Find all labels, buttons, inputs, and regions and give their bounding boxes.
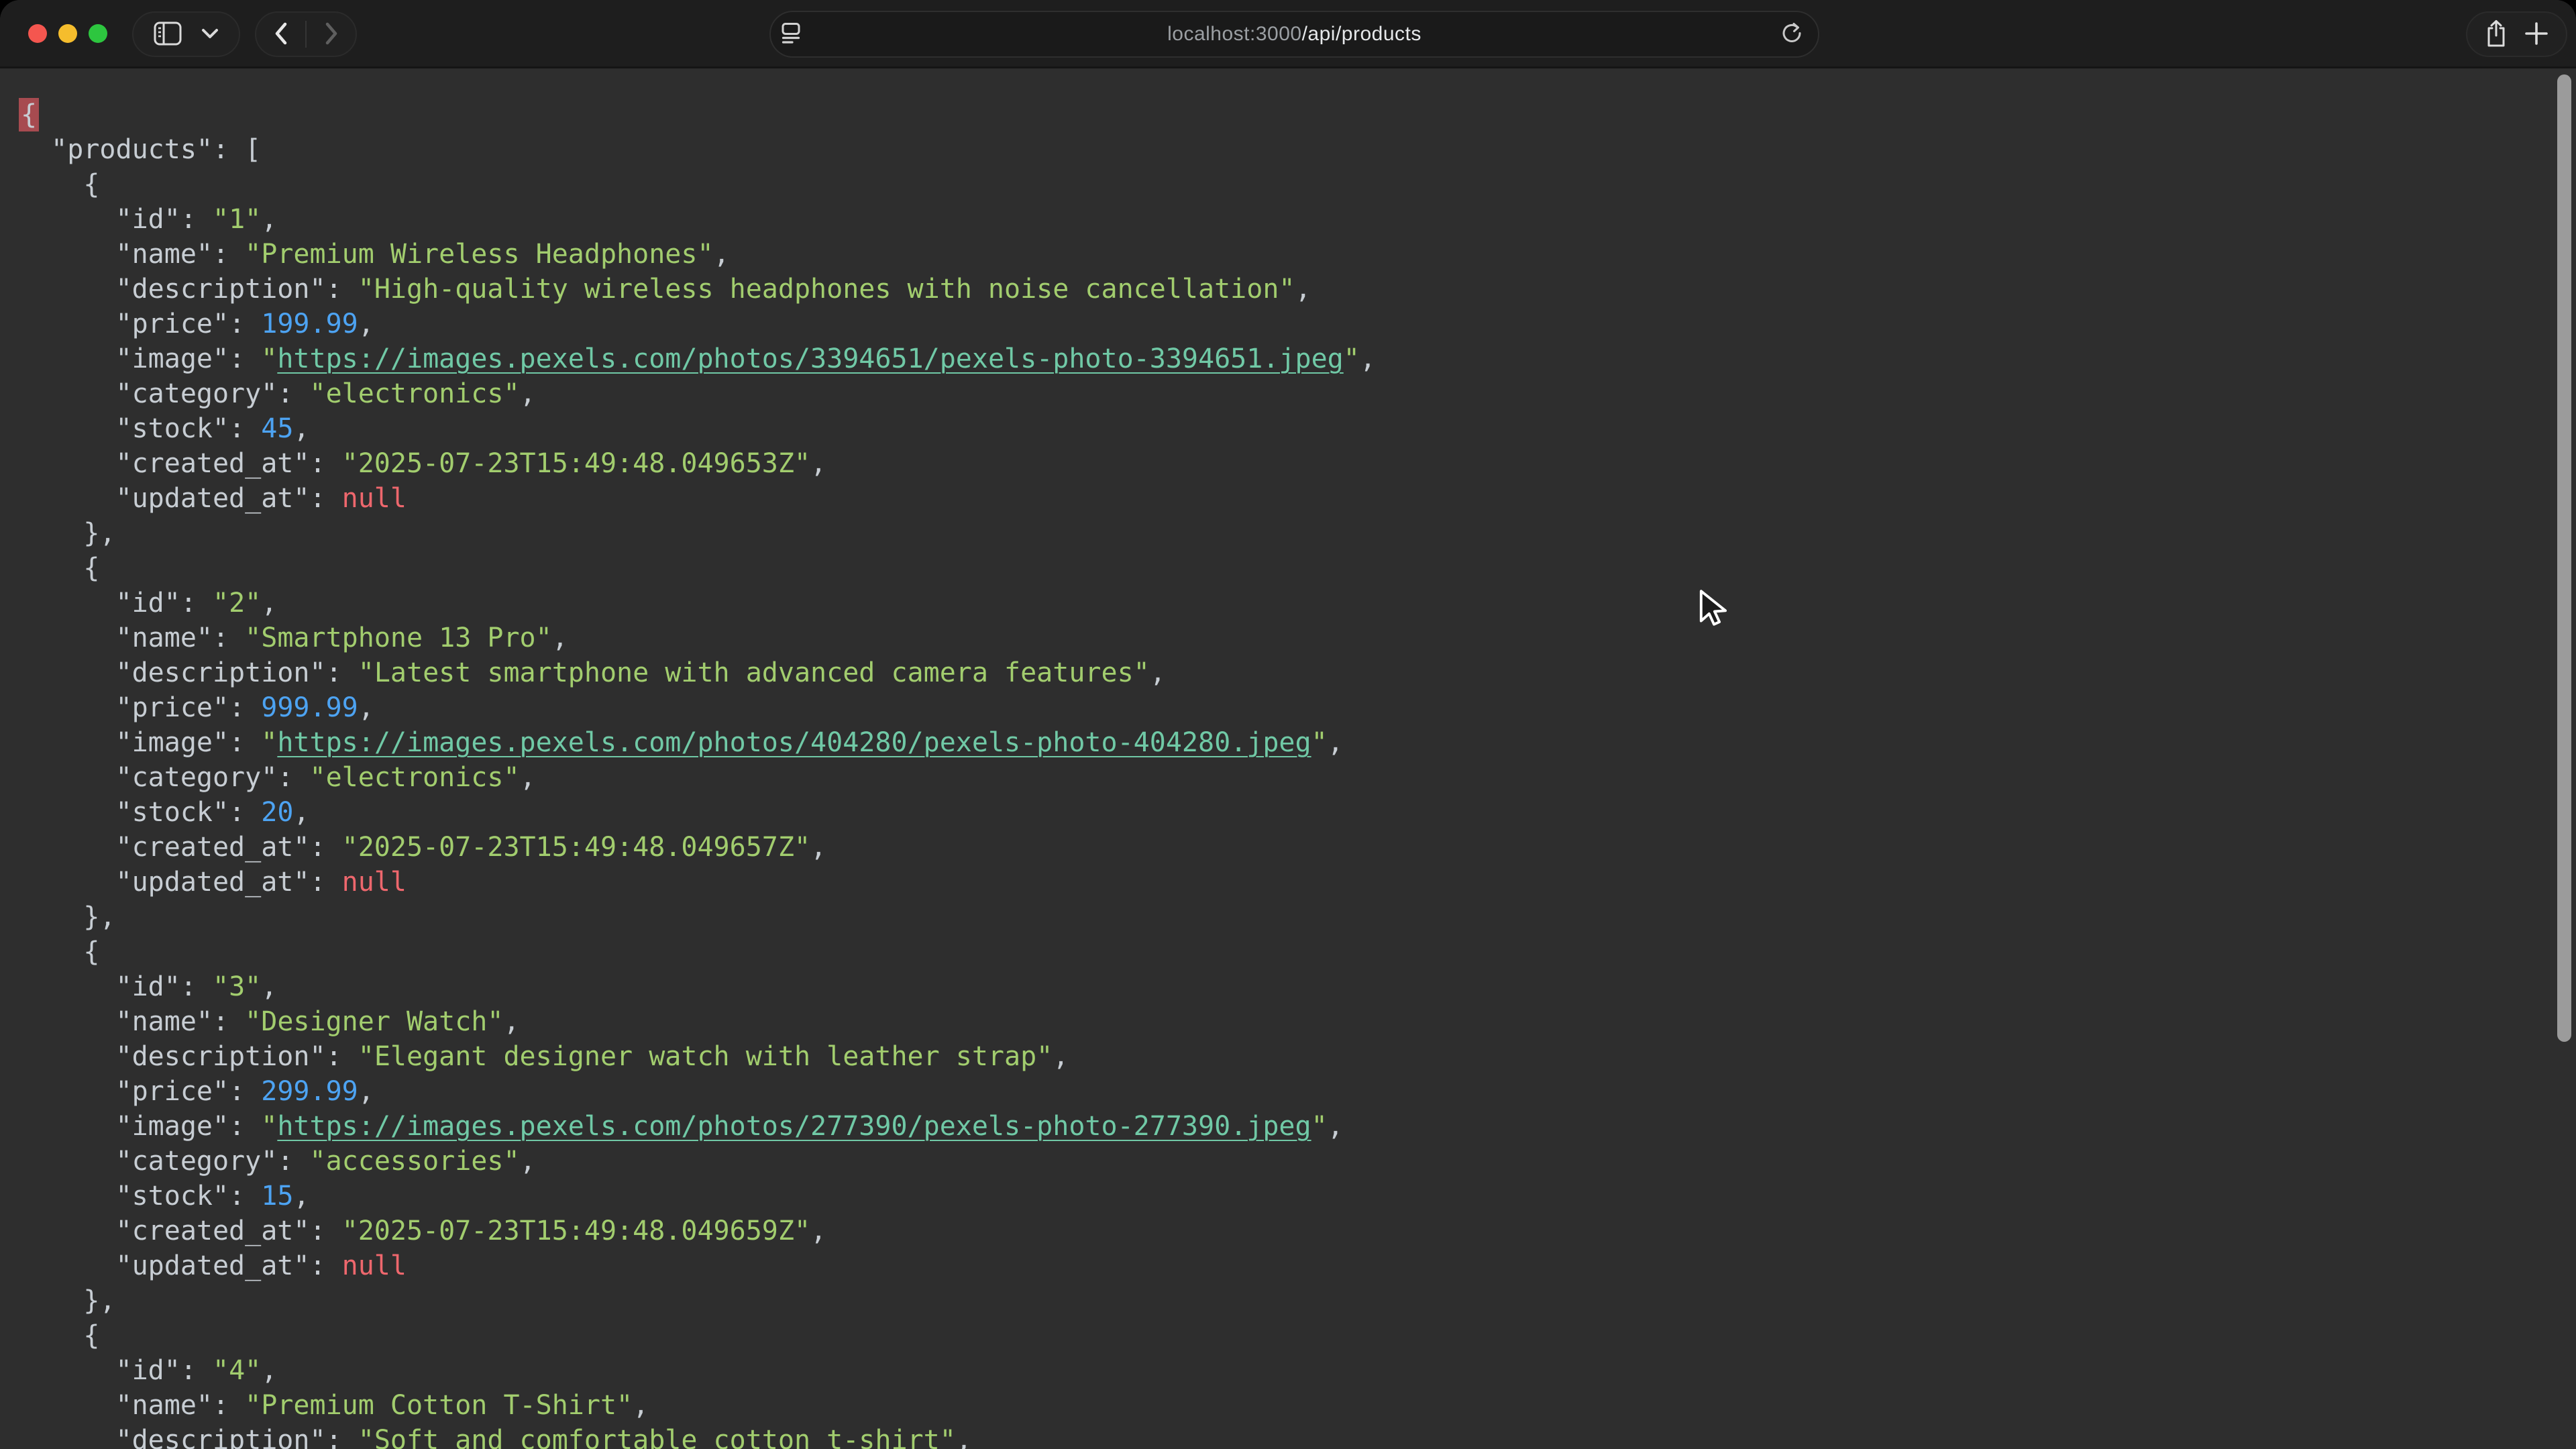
window-controls bbox=[28, 0, 107, 67]
chevron-down-icon bbox=[201, 28, 219, 41]
page-settings-icon bbox=[782, 36, 800, 46]
json-line: }, bbox=[19, 516, 2536, 551]
json-line: }, bbox=[19, 1283, 2536, 1318]
new-tab-button[interactable] bbox=[2525, 13, 2548, 56]
zoom-button[interactable] bbox=[89, 24, 107, 43]
chevron-left-icon bbox=[274, 22, 288, 47]
json-line: { bbox=[19, 1318, 2536, 1353]
browser-toolbar: localhost:3000/api/products bbox=[0, 0, 2576, 68]
json-line: "created_at": "2025-07-23T15:49:48.04965… bbox=[19, 830, 2536, 865]
json-line: "id": "4", bbox=[19, 1353, 2536, 1388]
root-open-brace: { bbox=[19, 98, 39, 131]
json-line: "category": "electronics", bbox=[19, 760, 2536, 795]
json-line: "image": "https://images.pexels.com/phot… bbox=[19, 725, 2536, 760]
image-url-link[interactable]: https://images.pexels.com/photos/404280/… bbox=[277, 727, 1311, 758]
address-bar[interactable]: localhost:3000/api/products bbox=[769, 11, 1819, 58]
json-line: "name": "Premium Wireless Headphones", bbox=[19, 237, 2536, 272]
json-line: "image": "https://images.pexels.com/phot… bbox=[19, 1109, 2536, 1144]
share-button-group bbox=[2466, 11, 2567, 57]
json-line: "image": "https://images.pexels.com/phot… bbox=[19, 341, 2536, 376]
back-button[interactable] bbox=[274, 13, 288, 56]
share-icon bbox=[2485, 19, 2507, 50]
tab-group-menu-button[interactable] bbox=[201, 13, 219, 56]
url-host: localhost:3000 bbox=[1167, 23, 1301, 45]
json-line: "category": "accessories", bbox=[19, 1144, 2536, 1179]
json-line: "category": "electronics", bbox=[19, 376, 2536, 411]
sidebar-toggle-button[interactable] bbox=[154, 13, 182, 56]
json-line: "description": "Elegant designer watch w… bbox=[19, 1039, 2536, 1074]
navigation-button-group bbox=[255, 11, 357, 57]
json-line: "id": "2", bbox=[19, 586, 2536, 621]
json-line: "name": "Smartphone 13 Pro", bbox=[19, 621, 2536, 655]
json-line: }, bbox=[19, 900, 2536, 934]
plus-icon bbox=[2525, 22, 2548, 47]
json-line: "updated_at": null bbox=[19, 481, 2536, 516]
page-settings-button[interactable] bbox=[782, 23, 800, 46]
minimize-button[interactable] bbox=[58, 24, 77, 43]
vertical-scrollbar[interactable] bbox=[2557, 74, 2571, 1042]
json-line: "name": "Premium Cotton T-Shirt", bbox=[19, 1388, 2536, 1423]
reload-button[interactable] bbox=[1780, 21, 1803, 48]
json-line: "price": 999.99, bbox=[19, 690, 2536, 725]
page-content: {"products": [{"id": "1","name": "Premiu… bbox=[0, 70, 2576, 1449]
url-text: localhost:3000/api/products bbox=[771, 23, 1818, 46]
json-line: "stock": 20, bbox=[19, 795, 2536, 830]
json-line: "id": "1", bbox=[19, 202, 2536, 237]
json-line: "id": "3", bbox=[19, 969, 2536, 1004]
sidebar-button-group bbox=[132, 11, 240, 57]
json-line: { bbox=[19, 934, 2536, 969]
sidebar-icon bbox=[154, 21, 182, 48]
json-line: "created_at": "2025-07-23T15:49:48.04965… bbox=[19, 446, 2536, 481]
reload-icon bbox=[1780, 38, 1803, 48]
json-line: "price": 299.99, bbox=[19, 1074, 2536, 1109]
url-path: /api/products bbox=[1302, 23, 1421, 45]
json-line: { bbox=[19, 551, 2536, 586]
json-line: "description": "Soft and comfortable cot… bbox=[19, 1423, 2536, 1449]
chevron-right-icon bbox=[325, 22, 338, 47]
image-url-link[interactable]: https://images.pexels.com/photos/277390/… bbox=[277, 1111, 1311, 1142]
json-line: "description": "Latest smartphone with a… bbox=[19, 655, 2536, 690]
json-line: "description": "High-quality wireless he… bbox=[19, 272, 2536, 307]
image-url-link[interactable]: https://images.pexels.com/photos/3394651… bbox=[277, 343, 1343, 374]
json-line: { bbox=[19, 167, 2536, 202]
json-line: { bbox=[19, 97, 2536, 132]
json-line: "stock": 15, bbox=[19, 1179, 2536, 1214]
json-line: "products": [ bbox=[19, 132, 2536, 167]
safari-window: localhost:3000/api/products bbox=[0, 0, 2576, 1449]
nav-divider bbox=[305, 21, 307, 48]
json-line: "name": "Designer Watch", bbox=[19, 1004, 2536, 1039]
json-line: "updated_at": null bbox=[19, 1248, 2536, 1283]
json-line: "price": 199.99, bbox=[19, 307, 2536, 341]
json-content: {"products": [{"id": "1","name": "Premiu… bbox=[19, 97, 2536, 1449]
json-line: "stock": 45, bbox=[19, 411, 2536, 446]
json-line: "updated_at": null bbox=[19, 865, 2536, 900]
share-button[interactable] bbox=[2485, 13, 2507, 56]
close-button[interactable] bbox=[28, 24, 47, 43]
json-line: "created_at": "2025-07-23T15:49:48.04965… bbox=[19, 1214, 2536, 1248]
forward-button[interactable] bbox=[325, 13, 338, 56]
